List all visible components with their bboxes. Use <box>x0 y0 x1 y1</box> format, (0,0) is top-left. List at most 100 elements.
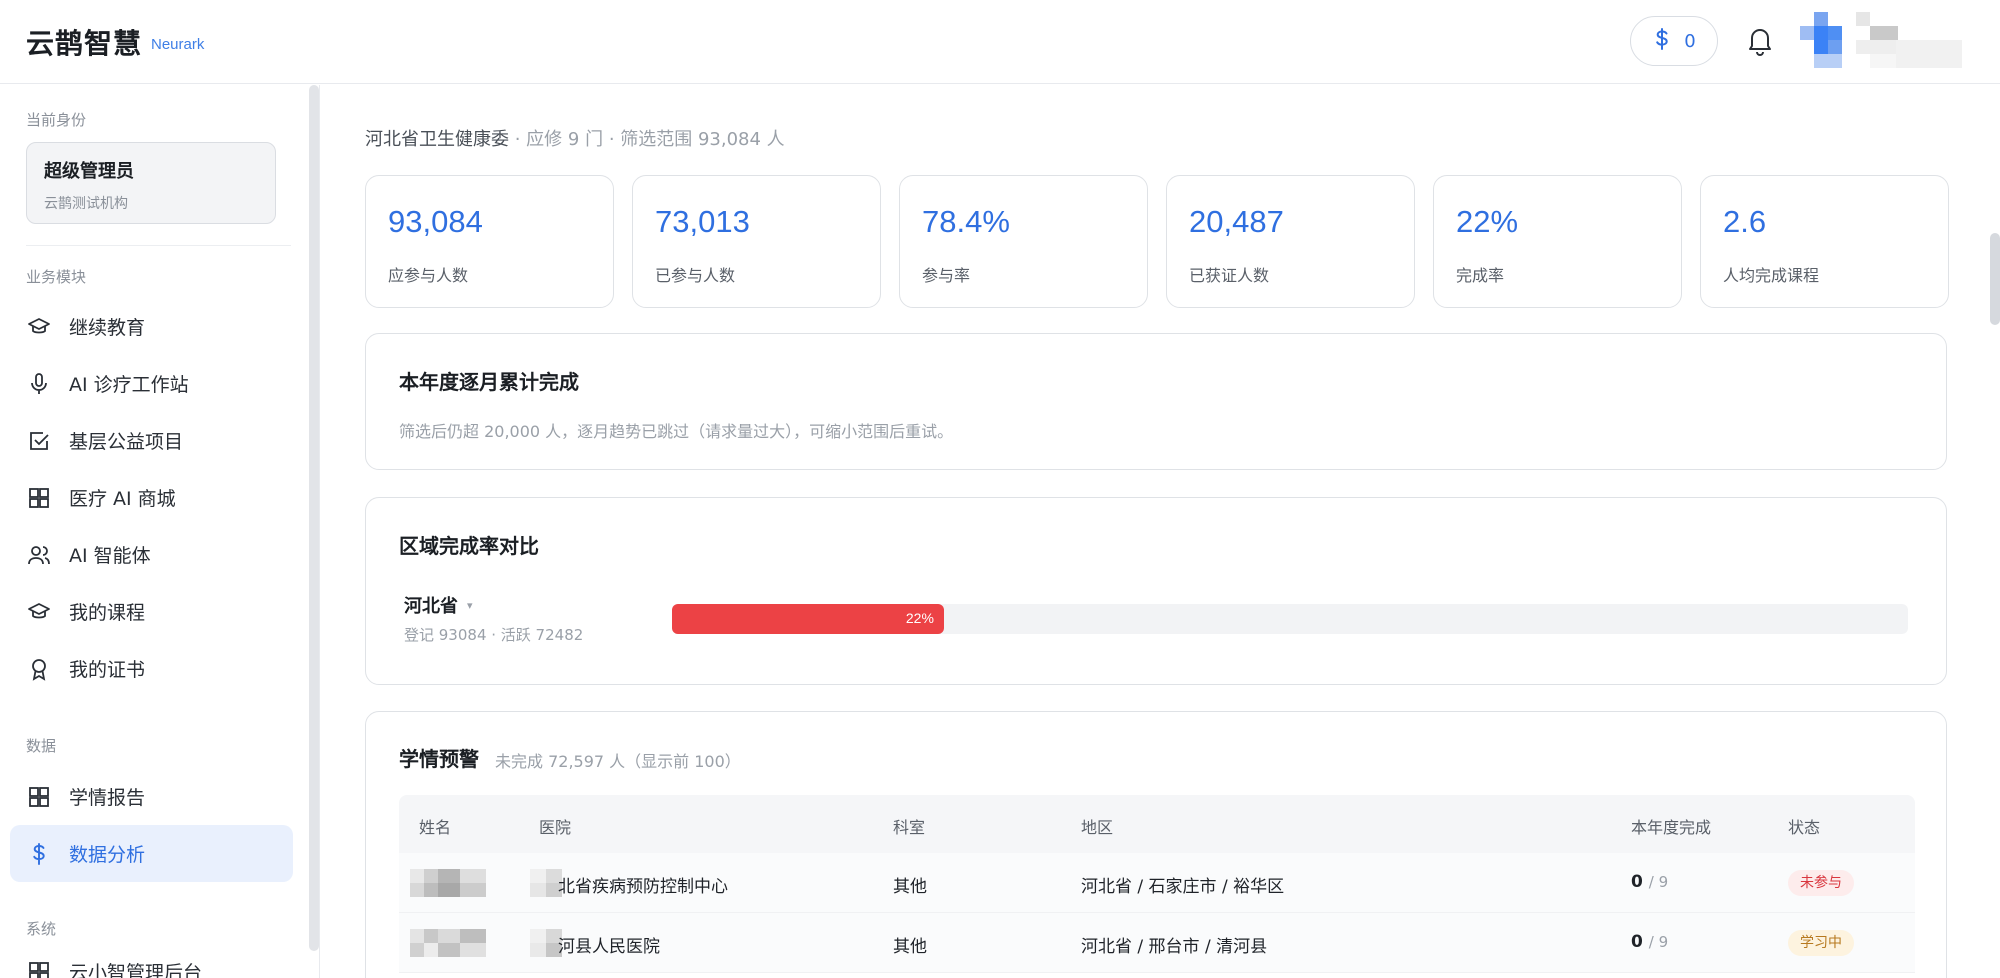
sidebar-item-my-certificates[interactable]: 我的证书 <box>10 640 293 697</box>
sidebar-item-ai-mall[interactable]: 医疗 AI 商城 <box>10 469 293 526</box>
region-stats: 登记 93084 · 活跃 72482 <box>404 626 584 644</box>
table-row[interactable]: 河县人民医院 其他 河北省 / 邢台市 / 清河县 0 / 9 学习中 <box>399 913 1915 973</box>
sidebar-item-label: 数据分析 <box>69 844 146 866</box>
sidebar-item-label: 我的证书 <box>69 659 146 681</box>
credits-button[interactable]: 0 <box>1630 16 1718 66</box>
sidebar-item-admin-console[interactable]: 云小智管理后台 <box>10 943 293 978</box>
column-header-status[interactable]: 状态 <box>1788 814 1820 838</box>
dollar-icon <box>1652 27 1672 55</box>
column-header-region[interactable]: 地区 <box>1081 814 1113 838</box>
panel-title: 学情预警 <box>399 747 479 771</box>
checkbox-icon <box>27 429 51 453</box>
column-header-hospital[interactable]: 医院 <box>539 814 571 838</box>
stat-label: 参与率 <box>922 266 971 285</box>
stat-label: 应参与人数 <box>388 266 469 285</box>
app-logo-en: Neurark <box>151 36 205 53</box>
sidebar: 当前身份 超级管理员 云鹊测试机构 业务模块 继续教育 AI 诊疗工作站 基层公… <box>0 85 320 978</box>
bell-icon[interactable] <box>1747 26 1773 56</box>
business-section-label: 业务模块 <box>26 268 87 286</box>
stat-value: 2.6 <box>1723 204 1767 239</box>
sidebar-item-my-courses[interactable]: 我的课程 <box>10 583 293 640</box>
sidebar-item-public-welfare[interactable]: 基层公益项目 <box>10 412 293 469</box>
column-header-department[interactable]: 科室 <box>893 814 925 838</box>
completion-done: 0 <box>1631 932 1643 952</box>
stat-value: 22% <box>1456 204 1519 239</box>
award-icon <box>27 657 51 681</box>
panel-note: 筛选后仍超 20,000 人，逐月趋势已跳过（请求量过大），可缩小范围后重试。 <box>399 422 954 441</box>
sidebar-scrollbar[interactable] <box>309 85 319 951</box>
user-avatar[interactable] <box>1800 12 1962 68</box>
completion-total: / 9 <box>1648 933 1669 951</box>
sidebar-item-ai-agent[interactable]: AI 智能体 <box>10 526 293 583</box>
region-name[interactable]: 河北省 <box>404 592 458 618</box>
dollar-icon <box>27 842 51 866</box>
stat-label: 已参与人数 <box>655 266 736 285</box>
system-section-label: 系统 <box>26 920 57 938</box>
stat-value: 20,487 <box>1189 204 1284 239</box>
identity-org: 云鹊测试机构 <box>44 196 128 212</box>
filter-context: 河北省卫生健康委 · 应修 9 门 · 筛选范围 93,084 人 <box>365 125 785 151</box>
users-icon <box>27 543 51 567</box>
region-rate-bar: 22% <box>672 604 1908 634</box>
context-required: · 应修 9 门 <box>514 129 604 150</box>
name-redacted <box>410 929 486 957</box>
sidebar-item-label: 医疗 AI 商城 <box>69 488 176 510</box>
stat-card-certified: 20,487 已获证人数 <box>1166 175 1415 308</box>
sidebar-divider <box>26 245 291 246</box>
sidebar-item-label: 基层公益项目 <box>69 431 184 453</box>
page-scrollbar[interactable] <box>1990 233 2000 325</box>
stat-card-avg-courses: 2.6 人均完成课程 <box>1700 175 1949 308</box>
app-logo[interactable]: 云鹊智慧 <box>26 22 142 62</box>
stat-card-participated: 73,013 已参与人数 <box>632 175 881 308</box>
stat-value: 78.4% <box>922 204 1010 239</box>
identity-section-label: 当前身份 <box>26 111 87 129</box>
stat-card-participation-rate: 78.4% 参与率 <box>899 175 1148 308</box>
panel-subtitle: 未完成 72,597 人（显示前 100） <box>495 752 741 771</box>
monthly-completion-panel: 本年度逐月累计完成 筛选后仍超 20,000 人，逐月趋势已跳过（请求量过大），… <box>365 333 1947 470</box>
learning-warning-panel: 学情预警 未完成 72,597 人（显示前 100） 姓名 医院 科室 地区 本… <box>365 711 1947 978</box>
region-comparison-panel: 区域完成率对比 河北省 ▾ 登记 93084 · 活跃 72482 22% <box>365 497 1947 685</box>
stat-card-expected: 93,084 应参与人数 <box>365 175 614 308</box>
hospital-cell: 北省疾病预防控制中心 <box>558 877 728 897</box>
graduation-cap-icon <box>27 315 51 339</box>
status-badge: 未参与 <box>1788 870 1854 896</box>
context-org: 河北省卫生健康委 <box>365 129 509 150</box>
region-cell: 河北省 / 邢台市 / 清河县 <box>1081 937 1268 957</box>
microphone-icon <box>27 372 51 396</box>
graduation-cap-icon <box>27 600 51 624</box>
panel-title: 区域完成率对比 <box>399 534 539 558</box>
table-row[interactable]: 北省疾病预防控制中心 其他 河北省 / 石家庄市 / 裕华区 0 / 9 未参与 <box>399 853 1915 913</box>
stat-card-completion-rate: 22% 完成率 <box>1433 175 1682 308</box>
stat-label: 人均完成课程 <box>1723 266 1820 285</box>
grid-icon <box>27 486 51 510</box>
sidebar-item-ai-workstation[interactable]: AI 诊疗工作站 <box>10 355 293 412</box>
table-header: 姓名 医院 科室 地区 本年度完成 状态 <box>399 795 1915 853</box>
sidebar-item-label: 学情报告 <box>69 787 146 809</box>
warning-table: 姓名 医院 科室 地区 本年度完成 状态 北省疾病预防控制中心 其他 河北省 /… <box>399 795 1915 973</box>
status-badge: 学习中 <box>1788 930 1854 956</box>
sidebar-item-label: 继续教育 <box>69 317 146 339</box>
completion-cell: 0 / 9 <box>1631 872 1668 892</box>
stat-label: 已获证人数 <box>1189 266 1270 285</box>
sidebar-item-label: AI 诊疗工作站 <box>69 374 189 396</box>
credits-count: 0 <box>1684 30 1696 52</box>
region-rate-label: 22% <box>905 610 934 626</box>
completion-cell: 0 / 9 <box>1631 932 1668 952</box>
region-cell: 河北省 / 石家庄市 / 裕华区 <box>1081 877 1285 897</box>
data-section-label: 数据 <box>26 737 57 755</box>
caret-down-icon[interactable]: ▾ <box>467 599 473 612</box>
sidebar-item-learning-report[interactable]: 学情报告 <box>10 768 293 825</box>
sidebar-item-data-analysis[interactable]: 数据分析 <box>10 825 293 882</box>
panel-title: 本年度逐月累计完成 <box>399 370 579 394</box>
grid-icon <box>27 960 51 978</box>
completion-total: / 9 <box>1648 873 1669 891</box>
column-header-name[interactable]: 姓名 <box>419 814 451 838</box>
identity-card[interactable]: 超级管理员 云鹊测试机构 <box>26 142 276 224</box>
department-cell: 其他 <box>893 877 927 897</box>
completion-done: 0 <box>1631 872 1643 892</box>
sidebar-item-label: 云小智管理后台 <box>69 962 203 978</box>
column-header-completion[interactable]: 本年度完成 <box>1631 814 1711 838</box>
sidebar-item-continuing-education[interactable]: 继续教育 <box>10 298 293 355</box>
identity-role: 超级管理员 <box>44 161 134 182</box>
sidebar-item-label: AI 智能体 <box>69 545 151 567</box>
